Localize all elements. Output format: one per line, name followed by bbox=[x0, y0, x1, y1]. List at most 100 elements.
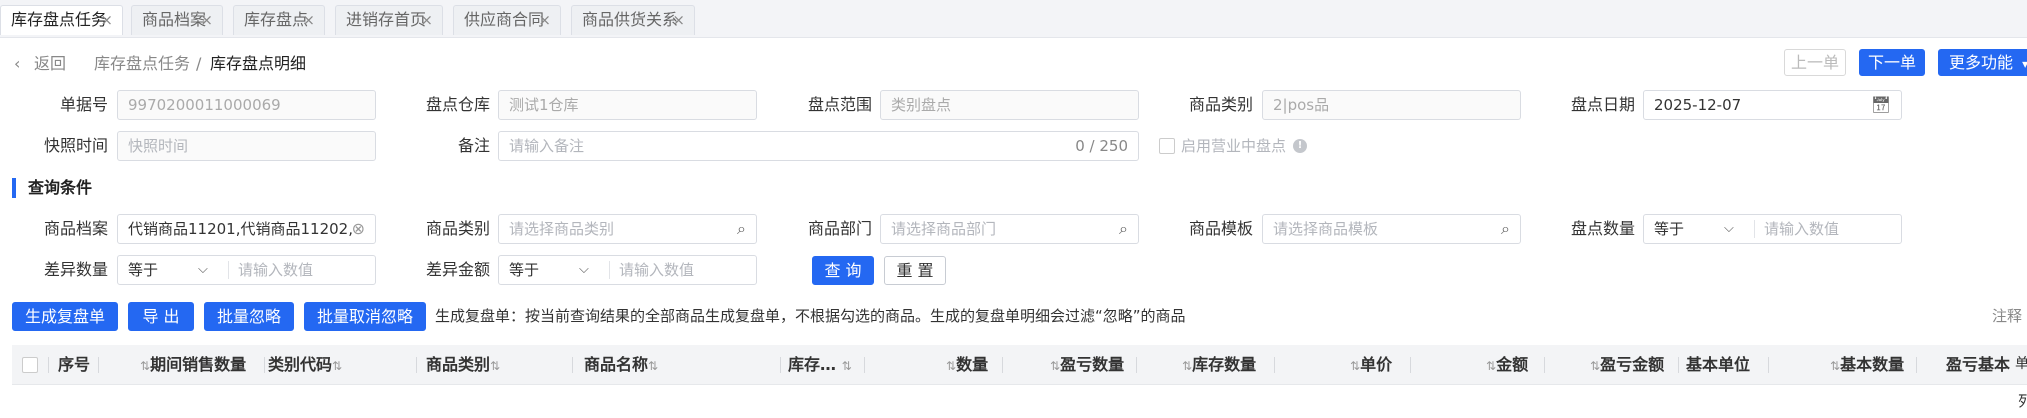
col-product-name[interactable]: 商品名称⇅ bbox=[584, 345, 658, 385]
qty-label: 盘点数量 bbox=[1570, 219, 1635, 238]
diff-qty-placeholder[interactable]: 请输入数值 bbox=[238, 256, 313, 284]
select-all-checkbox[interactable] bbox=[22, 357, 38, 373]
qty-placeholder[interactable]: 请输入数值 bbox=[1764, 215, 1839, 243]
sort-icon[interactable]: ⇅ bbox=[490, 359, 500, 373]
column-settings-fragment[interactable]: 单 bbox=[2015, 356, 2027, 372]
more-functions-button[interactable]: 更多功能 ▾ bbox=[1938, 49, 2027, 76]
search-icon[interactable]: ⌕ bbox=[737, 215, 746, 243]
col-period-sales-qty[interactable]: ⇅期间销售数量 bbox=[140, 345, 246, 385]
col-unit-price[interactable]: ⇅单价 bbox=[1350, 345, 1392, 385]
sort-icon[interactable]: ⇅ bbox=[946, 359, 956, 373]
col-label: 库存… bbox=[788, 355, 837, 374]
sort-icon[interactable]: ⇅ bbox=[1350, 359, 1360, 373]
remark-field[interactable]: 请输入备注 0 / 250 bbox=[498, 131, 1139, 161]
diff-qty-operator[interactable]: 等于 bbox=[128, 256, 158, 284]
search-button[interactable]: 查 询 bbox=[812, 256, 874, 285]
col-profit-loss-amount[interactable]: ⇅盈亏金额 bbox=[1590, 345, 1664, 385]
sort-icon[interactable]: ⇅ bbox=[1182, 359, 1192, 373]
warehouse-value: 测试1仓库 bbox=[509, 96, 579, 114]
column-separator bbox=[1678, 357, 1679, 373]
sort-icon[interactable]: ⇅ bbox=[1050, 359, 1060, 373]
date-value: 2025-12-07 bbox=[1654, 96, 1742, 114]
clear-circle-icon[interactable]: ⊗ bbox=[352, 215, 365, 243]
chevron-down-icon[interactable]: ⌵ bbox=[198, 256, 208, 284]
tab-supplier-contract[interactable]: 供应商合同 × bbox=[453, 5, 561, 35]
col-label: 商品类别 bbox=[426, 355, 491, 374]
close-icon[interactable]: × bbox=[100, 6, 113, 34]
col-seq[interactable]: 序号 bbox=[58, 345, 90, 385]
dept-placeholder: 请选择商品部门 bbox=[891, 220, 997, 238]
col-stock-qty[interactable]: ⇅库存数量 bbox=[1182, 345, 1256, 385]
next-doc-button[interactable]: 下一单 bbox=[1859, 49, 1925, 76]
batch-unignore-button[interactable]: 批量取消忽略 bbox=[304, 302, 426, 331]
snapshot-placeholder: 快照时间 bbox=[128, 137, 189, 155]
business-check-checkbox[interactable] bbox=[1159, 138, 1175, 154]
breadcrumb-parent[interactable]: 库存盘点任务 bbox=[94, 52, 190, 76]
search-icon[interactable]: ⌕ bbox=[1501, 215, 1510, 243]
product-field[interactable]: 代销商品11201,代销商品11202, ⊗ bbox=[117, 214, 376, 244]
col-product-category[interactable]: 商品类别⇅ bbox=[426, 345, 500, 385]
column-separator bbox=[864, 357, 865, 373]
business-check-label: 启用营业中盘点 bbox=[1181, 137, 1287, 155]
query-category-field[interactable]: 请选择商品类别 ⌕ bbox=[498, 214, 757, 244]
qty-filter[interactable]: 等于 ⌵ 请输入数值 bbox=[1643, 214, 1902, 244]
col-qty[interactable]: ⇅数量 bbox=[946, 345, 988, 385]
close-icon[interactable]: × bbox=[200, 6, 213, 34]
tab-stocktake[interactable]: 库存盘点 × bbox=[233, 5, 325, 35]
note-link[interactable]: 注释 bbox=[1992, 302, 2022, 331]
reset-button[interactable]: 重 置 bbox=[884, 256, 946, 285]
calendar-icon[interactable]: 📅︎ bbox=[1871, 91, 1891, 119]
tab-product-archive[interactable]: 商品档案 × bbox=[131, 5, 223, 35]
tab-stocktake-task[interactable]: 库存盘点任务 × bbox=[0, 5, 123, 35]
sort-icon[interactable]: ⇅ bbox=[332, 359, 342, 373]
col-label: 数量 bbox=[956, 355, 989, 374]
col-amount[interactable]: ⇅金额 bbox=[1486, 345, 1528, 385]
close-icon[interactable]: × bbox=[420, 6, 433, 34]
close-icon[interactable]: × bbox=[672, 6, 685, 34]
snapshot-field: 快照时间 bbox=[117, 131, 376, 161]
chevron-down-icon[interactable]: ⌵ bbox=[579, 256, 589, 284]
col-base-unit[interactable]: 基本单位 bbox=[1686, 345, 1750, 385]
prev-doc-button[interactable]: 上一单 bbox=[1784, 49, 1846, 76]
column-settings-label[interactable]: 列 bbox=[2018, 392, 2027, 410]
qty-operator[interactable]: 等于 bbox=[1654, 215, 1684, 243]
chevron-left-icon[interactable]: ‹ bbox=[14, 52, 20, 76]
diff-amt-operator[interactable]: 等于 bbox=[509, 256, 539, 284]
diff-qty-filter[interactable]: 等于 ⌵ 请输入数值 bbox=[117, 255, 376, 285]
col-profit-loss-base[interactable]: 盈亏基本 bbox=[1946, 345, 2010, 385]
chevron-down-icon[interactable]: ⌵ bbox=[1724, 215, 1734, 243]
sort-icon[interactable]: ⇅ bbox=[1486, 359, 1496, 373]
generate-recount-button[interactable]: 生成复盘单 bbox=[12, 302, 118, 331]
template-field[interactable]: 请选择商品模板 ⌕ bbox=[1262, 214, 1521, 244]
col-stock-truncated[interactable]: 库存… ⇅ bbox=[788, 345, 852, 385]
tab-inventory-home[interactable]: 进销存首页 × bbox=[335, 5, 443, 35]
diff-amt-placeholder[interactable]: 请输入数值 bbox=[619, 256, 694, 284]
category-label: 商品类别 bbox=[1188, 95, 1253, 114]
sort-icon[interactable]: ⇅ bbox=[842, 359, 852, 373]
col-base-qty[interactable]: ⇅基本数量 bbox=[1830, 345, 1904, 385]
date-field[interactable]: 2025-12-07 📅︎ bbox=[1643, 90, 1902, 120]
close-icon[interactable]: × bbox=[538, 6, 551, 34]
search-icon[interactable]: ⌕ bbox=[1119, 215, 1128, 243]
sort-icon[interactable]: ⇅ bbox=[648, 359, 658, 373]
back-link[interactable]: 返回 bbox=[34, 52, 66, 76]
info-icon[interactable]: ! bbox=[1293, 139, 1307, 153]
col-category-code[interactable]: 类别代码⇅ bbox=[268, 345, 342, 385]
dept-field[interactable]: 请选择商品部门 ⌕ bbox=[880, 214, 1139, 244]
category-value: 2|pos品 bbox=[1273, 96, 1330, 114]
sort-icon[interactable]: ⇅ bbox=[1590, 359, 1600, 373]
batch-ignore-button[interactable]: 批量忽略 bbox=[204, 302, 294, 331]
chevron-down-icon: ▾ bbox=[2022, 57, 2027, 71]
tab-bar: 库存盘点任务 × 商品档案 × 库存盘点 × 进销存首页 × 供应商合同 × 商… bbox=[0, 0, 2027, 38]
close-icon[interactable]: × bbox=[302, 6, 315, 34]
export-button[interactable]: 导 出 bbox=[128, 302, 194, 331]
divider bbox=[228, 261, 229, 279]
tab-supply-relation[interactable]: 商品供货关系 × bbox=[571, 5, 695, 35]
more-functions-label: 更多功能 bbox=[1949, 53, 2014, 72]
diff-amt-filter[interactable]: 等于 ⌵ 请输入数值 bbox=[498, 255, 757, 285]
sort-icon[interactable]: ⇅ bbox=[1830, 359, 1840, 373]
sort-icon[interactable]: ⇅ bbox=[140, 359, 150, 373]
col-profit-loss-qty[interactable]: ⇅盈亏数量 bbox=[1050, 345, 1124, 385]
column-separator bbox=[1916, 357, 1917, 373]
col-label: 商品名称 bbox=[584, 355, 649, 374]
